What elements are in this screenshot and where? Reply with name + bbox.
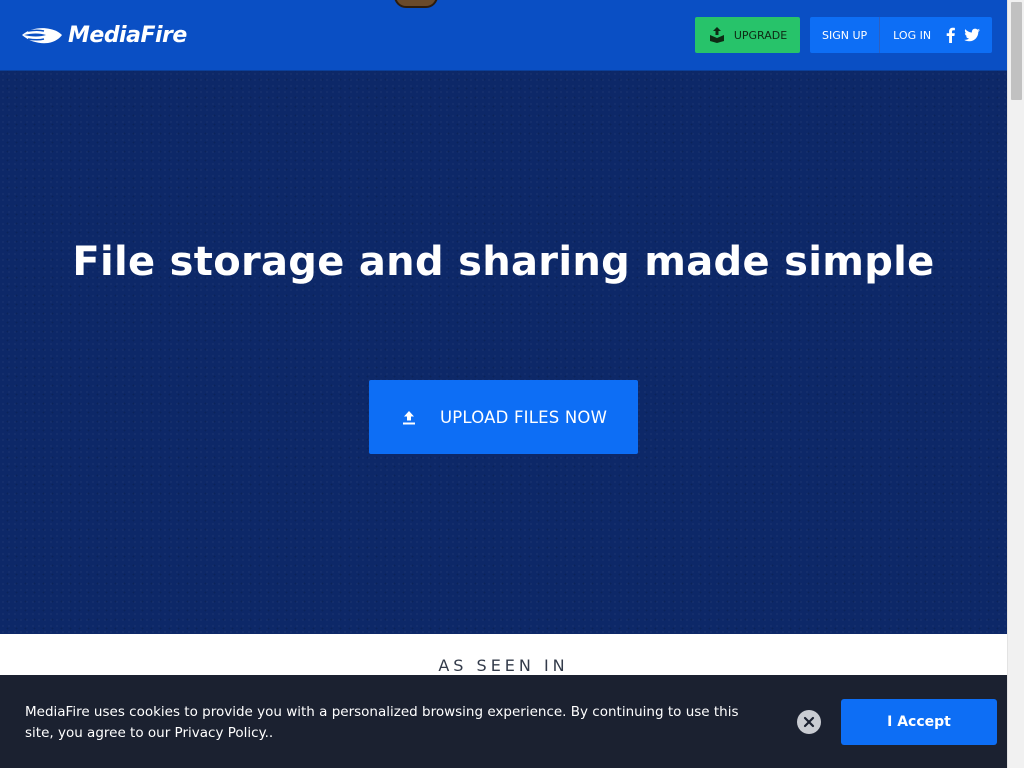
upload-files-button[interactable]: UPLOAD FILES NOW — [369, 380, 638, 454]
accept-label: I Accept — [887, 714, 951, 730]
cookie-banner: MediaFire uses cookies to provide you wi… — [0, 675, 1007, 768]
site-header: MediaFire UPGRADE SIGN UP LOG IN — [0, 0, 1007, 71]
page-scrollbar[interactable] — [1007, 0, 1024, 768]
upload-label: UPLOAD FILES NOW — [440, 407, 608, 427]
sign-up-button[interactable]: SIGN UP — [810, 17, 881, 53]
upgrade-box-icon — [709, 27, 724, 43]
mascot-figure — [394, 0, 438, 8]
flame-logo-icon — [22, 28, 62, 44]
cookie-close-button[interactable] — [797, 710, 821, 734]
hero-title: File storage and sharing made simple — [72, 239, 935, 285]
upgrade-button[interactable]: UPGRADE — [695, 17, 800, 53]
scrollbar-thumb[interactable] — [1011, 2, 1022, 100]
upgrade-label: UPGRADE — [733, 28, 788, 42]
upload-icon — [403, 411, 415, 425]
cookie-message: MediaFire uses cookies to provide you wi… — [25, 704, 739, 741]
twitter-icon[interactable] — [963, 26, 981, 44]
facebook-icon[interactable] — [942, 26, 960, 44]
mediafire-logo[interactable]: MediaFire — [20, 20, 187, 50]
social-links — [939, 26, 981, 44]
brand-name: MediaFire — [68, 22, 187, 48]
page: MediaFire UPGRADE SIGN UP LOG IN File st… — [0, 0, 1007, 768]
as-seen-in-label: AS SEEN IN — [438, 656, 569, 675]
close-icon — [803, 716, 815, 728]
accept-cookies-button[interactable]: I Accept — [841, 699, 997, 745]
auth-nav: SIGN UP LOG IN — [810, 17, 992, 53]
hero-section: File storage and sharing made simple UPL… — [0, 71, 1007, 634]
log-in-button[interactable]: LOG IN — [880, 17, 939, 53]
